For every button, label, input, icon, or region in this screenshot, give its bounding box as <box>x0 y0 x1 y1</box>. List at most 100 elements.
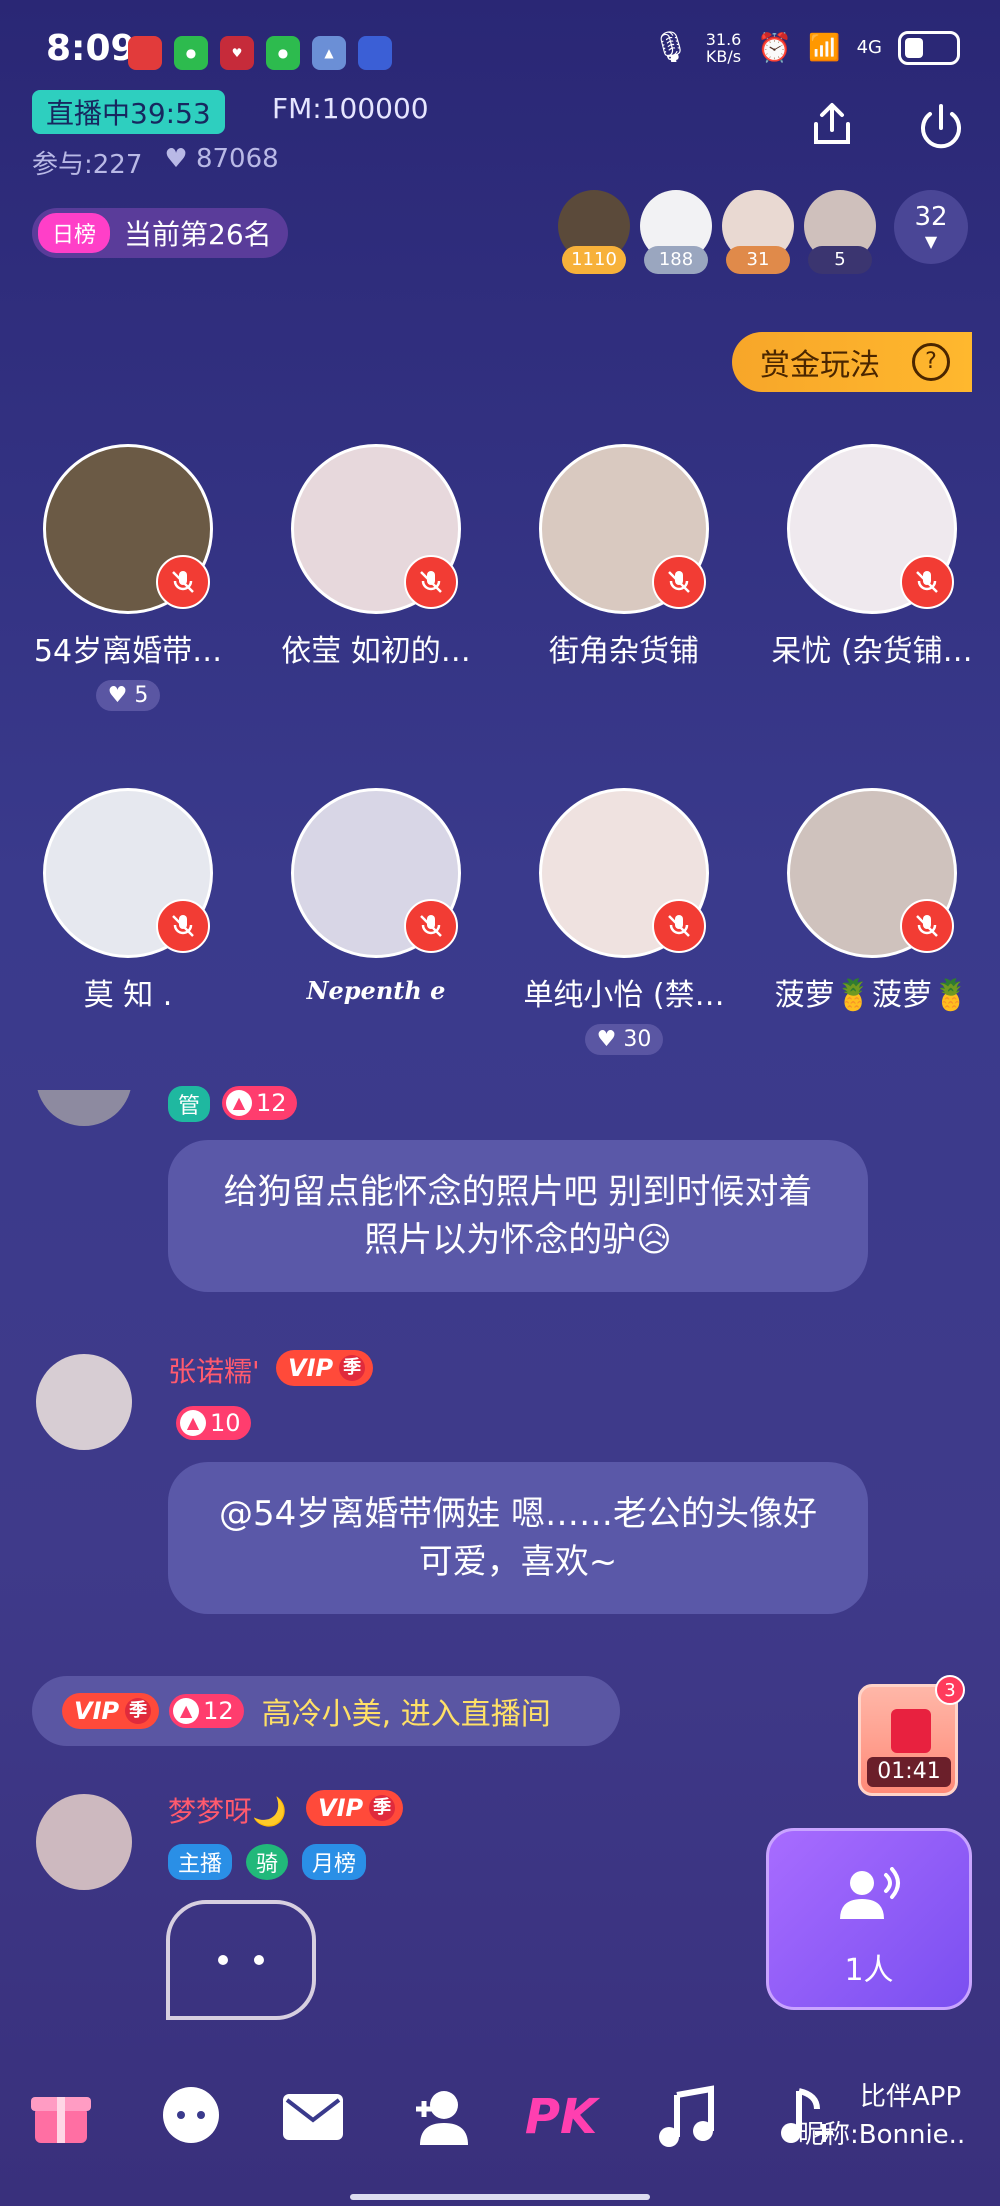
mic-icon: 🎙 <box>651 30 690 65</box>
chat-username[interactable]: 梦梦呀🌙 <box>168 1790 287 1830</box>
live-duration-badge: 直播中39:53 <box>32 90 225 134</box>
mic-muted-icon <box>900 555 954 609</box>
gift-box-icon[interactable] <box>26 2082 96 2152</box>
likes-count: 87068 <box>195 144 279 174</box>
signal-label: 4G <box>856 37 882 58</box>
seat-avatar <box>43 788 213 958</box>
music-icon[interactable] <box>652 2082 722 2152</box>
rank-tag: 日榜 <box>38 213 111 253</box>
chat-avatar[interactable] <box>36 1090 132 1126</box>
chat-avatar[interactable] <box>36 1354 132 1450</box>
vip-badge: VIP 季 <box>276 1350 374 1386</box>
notification-icons: ● ♥ ● ▲ <box>128 36 392 70</box>
mail-icon[interactable] <box>278 2082 348 2152</box>
bounty-label: 赏金玩法 <box>760 348 880 383</box>
power-icon[interactable] <box>914 100 968 154</box>
mic-seat[interactable]: 莫 知 . <box>18 788 238 1014</box>
level-badge: ▲ 12 <box>222 1086 297 1120</box>
vip-season: 季 <box>125 1698 152 1724</box>
seat-name: 菠萝🍍菠萝🍍 <box>774 978 970 1013</box>
queue-count: 1人 <box>844 1953 894 1988</box>
mic-muted-icon <box>404 555 458 609</box>
seat-name: 莫 知 . <box>83 978 173 1013</box>
vip-season: 季 <box>339 1355 366 1381</box>
seat-name: 单纯小怡 (禁… <box>523 978 725 1013</box>
wifi-icon: 📶 <box>808 32 841 63</box>
wechat-notification-icon: ● <box>174 36 208 70</box>
status-time: 8:09 <box>46 28 136 69</box>
level-icon: ▲ <box>173 1698 200 1724</box>
mic-muted-icon <box>652 555 706 609</box>
level-value: 12 <box>256 1089 287 1117</box>
mic-seat[interactable]: 街角杂货铺 <box>514 444 734 670</box>
chat-message: @54岁离婚带俩娃 嗯……老公的头像好可爱，喜欢~ <box>168 1462 868 1614</box>
vip-label: VIP 季 <box>62 1693 160 1729</box>
chat-icon[interactable] <box>156 2082 226 2152</box>
seat-avatar <box>291 788 461 958</box>
rank-text: 当前第26名 <box>124 218 272 251</box>
chat-username[interactable]: 张诺糯' <box>168 1350 260 1390</box>
vip-text: VIP <box>74 1697 120 1725</box>
alarm-icon: ⏰ <box>757 31 793 64</box>
rider-tag: 骑 <box>246 1844 289 1880</box>
vip-text: VIP <box>288 1354 334 1382</box>
seat-name: 呆忧 (杂货铺… <box>771 634 973 669</box>
level-pill: ▲ 10 <box>176 1406 251 1440</box>
mic-seat[interactable]: 呆忧 (杂货铺… <box>762 444 982 670</box>
online-viewer-count[interactable]: 32 ▼ <box>894 190 968 264</box>
help-icon[interactable]: ? <box>912 343 950 381</box>
seat-avatar <box>787 444 957 614</box>
monthly-rank-tag: 月榜 <box>302 1844 367 1880</box>
chat-avatar[interactable] <box>36 1794 132 1890</box>
red-packet-count: 3 <box>935 1675 965 1705</box>
red-packet-widget[interactable]: 3 01:41 <box>858 1675 965 1796</box>
nickname-watermark: 昵称:Bonnie.. <box>798 2120 966 2150</box>
mic-muted-icon <box>404 899 458 953</box>
share-icon[interactable] <box>808 100 856 148</box>
seat-likes-value: 5 <box>134 683 149 708</box>
huawei-notification-icon <box>128 36 162 70</box>
seat-name: 依莹 如初的… <box>281 634 471 669</box>
admin-tag: 管 <box>168 1086 211 1122</box>
viewer-score: 188 <box>644 246 708 274</box>
chat-message: 给狗留点能怀念的照片吧 别到时候对着照片以为怀念的驴😥 <box>168 1140 868 1292</box>
status-bar: 8:09 ● ♥ ● ▲ 🎙 31.6 KB/s ⏰ 📶 4G <box>0 0 1000 100</box>
top-viewer[interactable]: 5 <box>804 190 876 280</box>
enter-text: 高冷小美, 进入直播间 <box>261 1697 551 1732</box>
typing-dot <box>254 1955 264 1965</box>
vip-text: VIP <box>318 1794 364 1822</box>
mic-seat[interactable]: 54岁离婚带… ♥ 5 <box>18 444 238 711</box>
pk-button[interactable]: PK <box>525 2082 597 2152</box>
top-viewer[interactable]: 1110 <box>558 190 630 280</box>
viewer-score: 31 <box>726 246 790 274</box>
chevron-down-icon: ▼ <box>924 232 938 251</box>
typing-dot <box>218 1955 228 1965</box>
chat-user-tags: 主播 骑 月榜 <box>168 1844 372 1880</box>
bounty-game-button[interactable]: 赏金玩法 ? <box>732 332 972 392</box>
vip-season: 季 <box>369 1795 396 1821</box>
mic-seat[interactable]: 依莹 如初的… <box>266 444 486 670</box>
top-viewer[interactable]: 31 <box>722 190 794 280</box>
likes-stat: ♥ 87068 <box>164 144 278 181</box>
room-stats: 参与:227 ♥ 87068 <box>32 144 279 181</box>
mic-muted-icon <box>156 555 210 609</box>
home-indicator[interactable] <box>350 2194 650 2200</box>
seat-name: 54岁离婚带… <box>33 634 223 669</box>
mic-seat[interactable]: Nepenth e <box>266 788 486 1005</box>
level-value: 10 <box>210 1409 241 1437</box>
vip-badge: VIP 季 <box>306 1790 404 1826</box>
app-notification-icon: ♥ <box>220 36 254 70</box>
mic-seat[interactable]: 菠萝🍍菠萝🍍 <box>762 788 982 1014</box>
mic-queue-button[interactable]: 1人 <box>766 1828 972 2010</box>
mic-seat[interactable]: 单纯小怡 (禁… ♥ 30 <box>514 788 734 1055</box>
seat-avatar <box>787 788 957 958</box>
add-friend-icon[interactable] <box>404 2082 474 2152</box>
daily-rank-pill[interactable]: 日榜 当前第26名 <box>32 208 288 258</box>
viewer-count-value: 32 <box>914 202 948 232</box>
seat-avatar <box>539 788 709 958</box>
typing-bubble <box>166 1900 316 2020</box>
seat-likes: ♥ 30 <box>584 1024 664 1055</box>
seat-avatar <box>43 444 213 614</box>
top-viewer[interactable]: 188 <box>640 190 712 280</box>
mic-muted-icon <box>156 899 210 953</box>
